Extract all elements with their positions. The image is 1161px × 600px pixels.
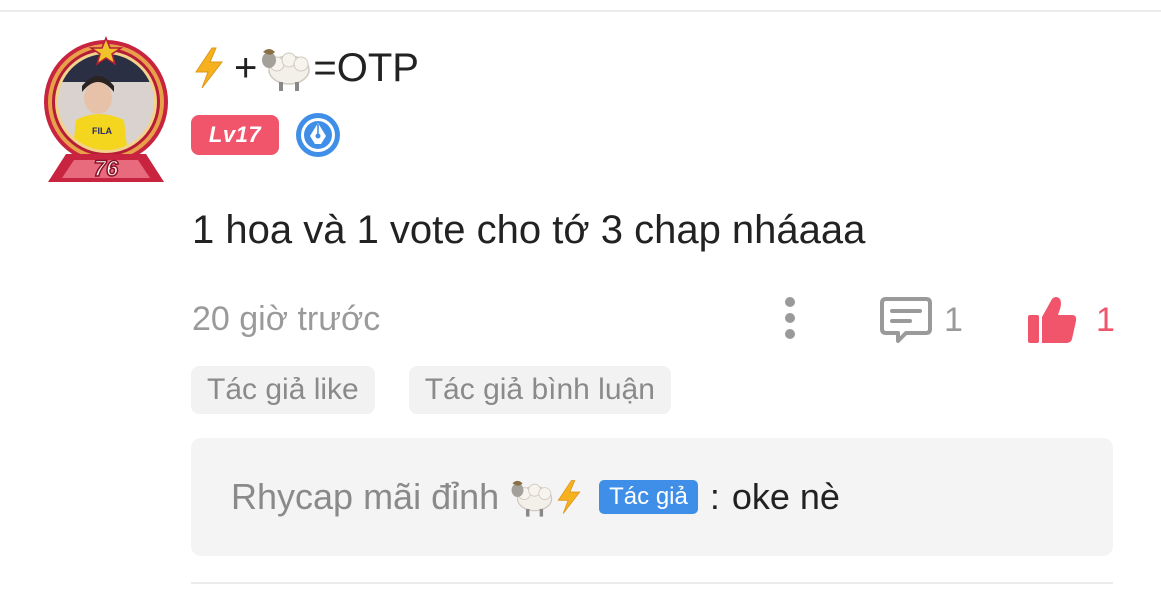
lightning-emoji bbox=[557, 480, 581, 514]
avatar-level-number: 76 bbox=[94, 156, 119, 181]
reply-separator: : bbox=[709, 476, 720, 517]
reply-box[interactable]: Rhycap mãi đỉnh Tác giả : oke nè bbox=[191, 438, 1113, 556]
reply-button[interactable]: 1 bbox=[880, 294, 963, 346]
reply-author-name[interactable]: Rhycap mãi đỉnh bbox=[231, 476, 499, 518]
like-button[interactable]: 1 bbox=[1026, 294, 1115, 346]
sheep-emoji bbox=[262, 49, 311, 91]
reply-author-emojis bbox=[509, 476, 583, 518]
avatar-shirt-text: FILA bbox=[92, 126, 112, 136]
username[interactable]: + =OTP bbox=[192, 44, 419, 92]
reply-line: Rhycap mãi đỉnh Tác giả : oke nè bbox=[231, 476, 840, 518]
username-plus: + bbox=[234, 45, 258, 90]
more-options-icon[interactable] bbox=[778, 294, 802, 342]
reply-text: oke nè bbox=[731, 476, 840, 517]
tag-author-like: Tác giả like bbox=[191, 366, 375, 414]
username-text: =OTP bbox=[313, 45, 419, 90]
top-divider bbox=[0, 10, 1161, 12]
level-badge: Lv17 bbox=[191, 115, 279, 155]
like-count: 1 bbox=[1096, 300, 1115, 339]
lightning-emoji bbox=[195, 47, 224, 89]
user-badges: Lv17 bbox=[191, 112, 341, 158]
comment-meta: 20 giờ trước 1 1 bbox=[192, 294, 1115, 346]
comment-icon bbox=[880, 297, 932, 343]
comment-text: 1 hoa và 1 vote cho tớ 3 chap nháaaa bbox=[192, 208, 866, 252]
pen-icon bbox=[296, 113, 340, 157]
timestamp: 20 giờ trước bbox=[192, 300, 381, 338]
tag-author-comment: Tác giả bình luận bbox=[408, 366, 671, 414]
user-avatar[interactable]: FILA 76 bbox=[36, 36, 176, 184]
reply-count: 1 bbox=[944, 300, 963, 339]
bottom-divider bbox=[191, 582, 1113, 584]
author-badge: Tác giả bbox=[599, 480, 698, 514]
thumbs-up-icon bbox=[1028, 297, 1077, 343]
sheep-emoji bbox=[511, 480, 553, 517]
author-tags: Tác giả like Tác giả bình luận bbox=[191, 366, 705, 414]
